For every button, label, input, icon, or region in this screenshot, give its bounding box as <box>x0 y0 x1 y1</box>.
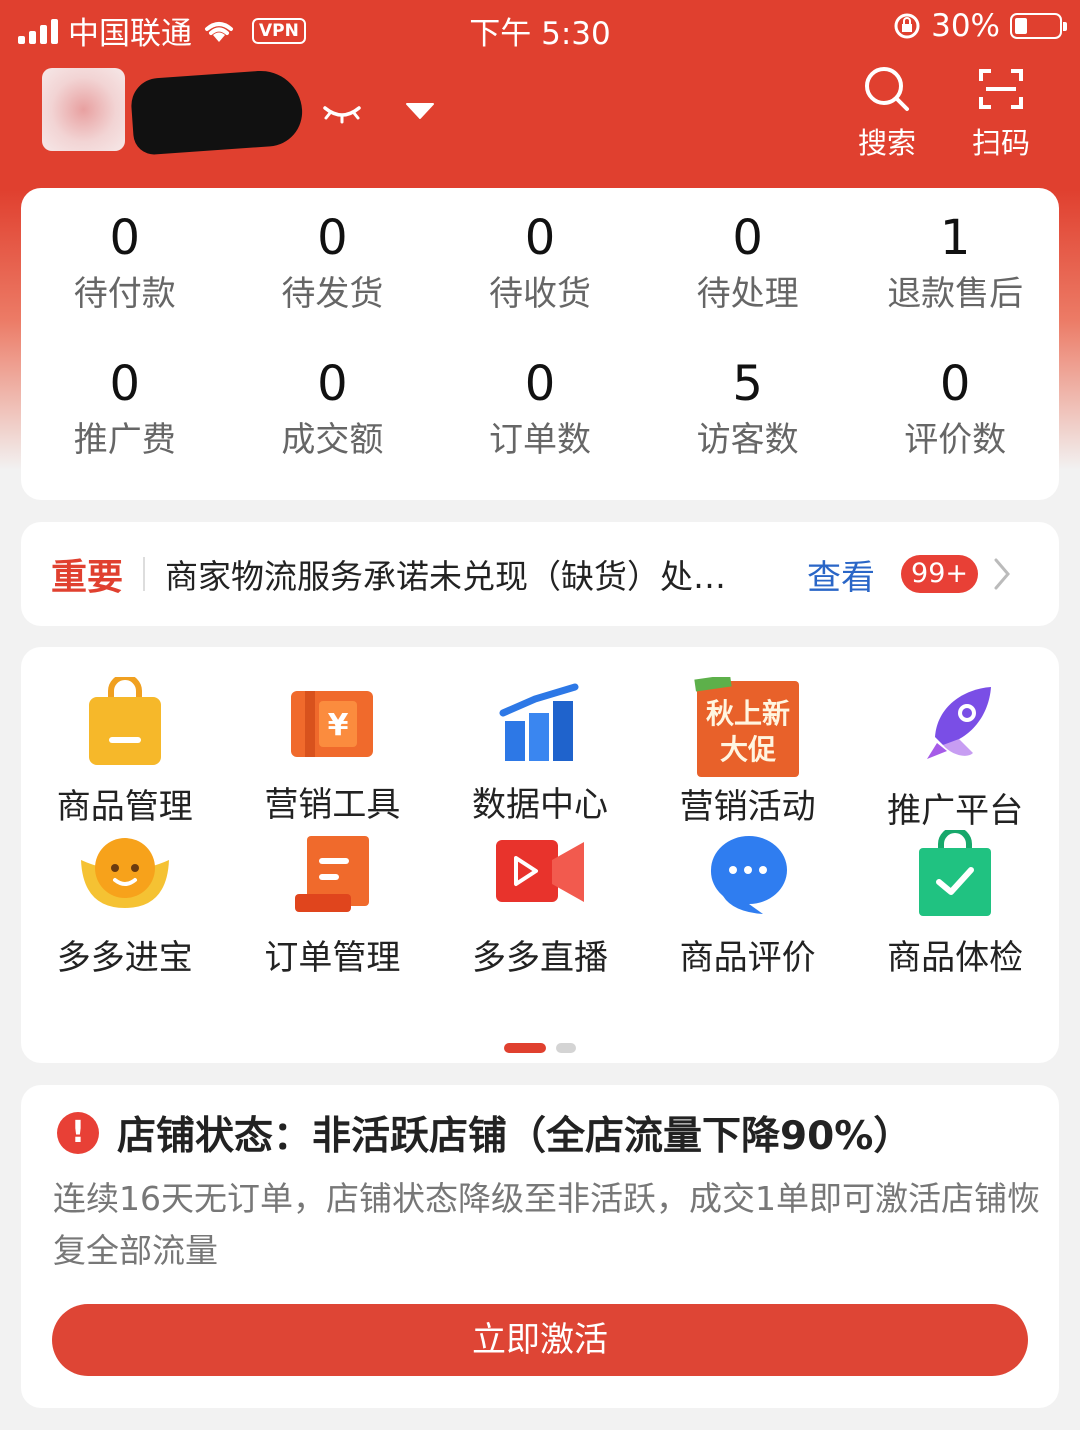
warning-icon: ! <box>57 1112 99 1154</box>
tool-duoduo-jinbao[interactable]: 多多进宝 <box>21 830 229 1013</box>
tool-label: 数据中心 <box>471 785 608 825</box>
tool-label: 营销工具 <box>264 785 401 825</box>
search-label: 搜索 <box>857 126 916 160</box>
scan-label: 扫码 <box>971 126 1030 160</box>
chevron-right-icon[interactable] <box>992 557 1012 591</box>
video-camera-icon <box>495 840 584 902</box>
stat-visitor-count[interactable]: 5 访客数 <box>644 334 852 480</box>
stat-value: 0 <box>317 210 348 266</box>
promo-icon-text-2: 大促 <box>720 733 776 766</box>
tool-order-management[interactable]: 订单管理 <box>229 830 437 1013</box>
stat-label: 退款售后 <box>887 274 1024 314</box>
stat-value: 0 <box>317 356 348 412</box>
stat-value: 0 <box>524 356 556 412</box>
store-status-title: 店铺状态：非活跃店铺（全店流量下降90%） <box>117 1114 913 1159</box>
shop-header: 搜索 扫码 <box>0 56 1080 186</box>
check-bag-icon <box>919 830 992 916</box>
stat-pending-handle[interactable]: 0 待处理 <box>644 188 852 334</box>
stat-pending-shipment[interactable]: 0 待发货 <box>229 188 437 334</box>
stat-label: 待发货 <box>281 274 384 314</box>
search-button[interactable]: 搜索 <box>842 64 932 162</box>
shop-avatar[interactable] <box>42 68 125 151</box>
important-notice-bar[interactable]: 重要 商家物流服务承诺未兑现（缺货）处… 查看 99+ <box>21 522 1059 626</box>
battery-percent: 30% <box>931 8 1000 44</box>
notice-view-link[interactable]: 查看 <box>807 550 875 599</box>
tool-product-reviews[interactable]: 商品评价 <box>644 830 852 1013</box>
tool-label: 商品体检 <box>887 938 1024 978</box>
stat-label: 待收货 <box>488 274 591 314</box>
stat-value: 5 <box>732 356 763 412</box>
notice-divider <box>143 557 146 591</box>
tool-label: 商品管理 <box>56 787 193 827</box>
stat-value: 0 <box>732 210 763 266</box>
stat-order-count[interactable]: 0 订单数 <box>436 334 644 480</box>
promo-icon-text-1: 秋上新 <box>706 697 790 730</box>
tool-marketing-activity[interactable]: 秋上新 大促 营销活动 <box>644 647 852 830</box>
page-dot-active <box>504 1043 546 1053</box>
stat-review-count[interactable]: 0 评价数 <box>851 334 1059 480</box>
bar-chart-icon <box>499 683 579 761</box>
stat-label: 成交额 <box>281 420 384 460</box>
stat-value: 0 <box>109 356 141 412</box>
status-bar: 中国联通 VPN 下午 5:30 30% <box>0 0 1080 56</box>
notice-message: 商家物流服务承诺未兑现（缺货）处… <box>165 557 727 596</box>
chevron-down-icon[interactable] <box>404 100 436 122</box>
rotation-lock-icon <box>894 13 920 39</box>
tool-product-checkup[interactable]: 商品体检 <box>851 830 1059 1013</box>
stat-label: 待处理 <box>696 274 799 314</box>
stat-label: 访客数 <box>696 420 799 460</box>
stat-label: 订单数 <box>488 420 591 460</box>
stat-value: 0 <box>939 356 971 412</box>
activate-now-button[interactable]: 立即激活 <box>52 1304 1028 1376</box>
ingot-face-icon <box>80 838 169 908</box>
scan-icon <box>979 69 1023 109</box>
order-stats-card: 0 待付款 0 待发货 0 待收货 0 待处理 1 退款售后 0 推广费 0 成交额 0 订单数… <box>21 188 1059 500</box>
stat-value: 0 <box>524 210 556 266</box>
notice-tag: 重要 <box>51 557 124 598</box>
store-status-card: ! 店铺状态：非活跃店铺（全店流量下降90%） 连续16天无订单，店铺状态降级至… <box>21 1085 1059 1408</box>
rocket-icon <box>927 687 992 759</box>
stat-refund-aftersale[interactable]: 1 退款售后 <box>851 188 1059 334</box>
page-dot <box>556 1043 576 1053</box>
tool-promotion-platform[interactable]: 推广平台 <box>851 647 1059 831</box>
tool-duoduo-live[interactable]: 多多直播 <box>436 830 644 1013</box>
tool-data-center[interactable]: 数据中心 <box>436 647 644 830</box>
tool-label: 商品评价 <box>679 938 816 978</box>
coupon-ticket-icon: ¥ <box>291 691 374 757</box>
stat-pending-payment[interactable]: 0 待付款 <box>21 188 229 334</box>
svg-text:¥: ¥ <box>328 708 349 743</box>
stat-label: 评价数 <box>904 420 1007 460</box>
stat-pending-receipt[interactable]: 0 待收货 <box>436 188 644 334</box>
tools-grid-card: 商品管理 ¥ 营销工具 数据中心 秋上新 大促 营销活动 推广平台 多多进宝 订… <box>21 647 1059 1063</box>
shopping-bag-icon <box>88 677 161 765</box>
stat-label: 待付款 <box>73 274 176 314</box>
tool-label: 营销活动 <box>679 787 816 827</box>
tool-label: 推广平台 <box>887 791 1024 831</box>
notice-count-badge: 99+ <box>901 555 978 593</box>
stat-promotion-fee[interactable]: 0 推广费 <box>21 334 229 480</box>
tool-marketing-tools[interactable]: ¥ 营销工具 <box>229 647 437 830</box>
battery-icon <box>1010 13 1067 39</box>
search-icon <box>865 67 909 111</box>
tool-product-management[interactable]: 商品管理 <box>21 647 229 830</box>
page-indicator[interactable] <box>504 1043 576 1053</box>
tool-label: 订单管理 <box>264 938 401 978</box>
chat-bubble-icon <box>710 836 787 914</box>
store-status-description: 连续16天无订单，店铺状态降级至非活跃，成交1单即可激活店铺恢复全部流量 <box>53 1179 1040 1270</box>
stat-gmv[interactable]: 0 成交额 <box>229 334 437 480</box>
scan-button[interactable]: 扫码 <box>956 64 1046 162</box>
stat-label: 推广费 <box>73 420 176 460</box>
stat-value: 0 <box>109 210 141 266</box>
tool-label: 多多直播 <box>471 938 608 978</box>
autumn-promo-icon: 秋上新 大促 <box>693 677 799 777</box>
tool-label: 多多进宝 <box>56 938 193 978</box>
scroll-document-icon <box>295 836 370 912</box>
shop-name-redacted[interactable] <box>129 68 305 156</box>
eye-closed-icon[interactable] <box>322 98 362 126</box>
stat-value: 1 <box>939 210 971 266</box>
